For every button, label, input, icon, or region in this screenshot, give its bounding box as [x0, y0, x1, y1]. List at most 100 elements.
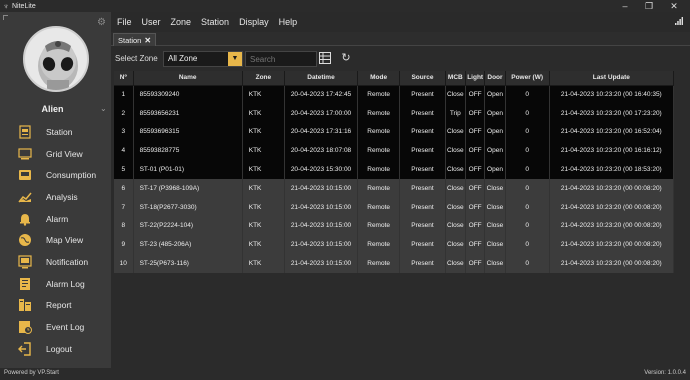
menu-bar: File User Zone Station Display Help [111, 12, 690, 32]
column-header[interactable]: Last Update [549, 71, 675, 86]
column-header[interactable]: MCB [445, 71, 466, 86]
cell: 0 [505, 216, 550, 236]
table-row[interactable]: 8 ST-22(P2224-104) KTK 21-04-2023 10:15:… [114, 216, 675, 236]
column-header[interactable]: Source [399, 71, 446, 86]
table-row[interactable]: 7 ST-18(P2677-3030) KTK 21-04-2023 10:15… [114, 197, 675, 217]
export-excel-icon[interactable] [319, 52, 331, 64]
cell: Open [484, 160, 506, 179]
map-icon [17, 232, 33, 248]
sidebar-item-map-view[interactable]: Map View [0, 230, 111, 252]
cell: Present [399, 103, 446, 123]
cell: 85593309240 [133, 85, 243, 104]
cell: 85593828775 [133, 141, 243, 161]
cell: Close [484, 197, 506, 217]
sidebar-item-consumption[interactable]: Consumption [0, 164, 111, 186]
sidebar-item-event-log[interactable]: Event Log [0, 316, 111, 338]
cell: 0 [505, 122, 550, 142]
cell: Close [484, 235, 506, 255]
sidebar-item-label: Alarm Log [46, 278, 85, 289]
table-row[interactable]: 4 85593828775 KTK 20-04-2023 18:07:08 Re… [114, 141, 675, 161]
cell: KTK [242, 85, 285, 104]
table-row[interactable]: 3 85593696315 KTK 20-04-2023 17:31:16 Re… [114, 122, 675, 142]
menu-user[interactable]: User [137, 17, 166, 27]
logout-icon [17, 341, 33, 357]
sidebar-item-alarm-log[interactable]: Alarm Log [0, 273, 111, 295]
cell: 4 [114, 141, 134, 161]
cell: 1 [114, 85, 134, 104]
cell: Remote [357, 141, 401, 161]
maximize-button[interactable]: ❐ [638, 0, 660, 12]
cell: Close [445, 216, 466, 236]
cell: OFF [465, 254, 486, 273]
column-header[interactable]: Datetime [284, 71, 359, 86]
column-header[interactable]: Door [484, 71, 506, 86]
column-header[interactable]: Mode [357, 71, 401, 86]
cell: 7 [114, 197, 134, 217]
table-row[interactable]: 5 ST-01 (P01-01) KTK 20-04-2023 15:30:00… [114, 160, 675, 179]
column-header[interactable]: Zone [242, 71, 285, 86]
menu-file[interactable]: File [112, 17, 137, 27]
close-icon[interactable]: ✕ [144, 36, 151, 45]
column-header[interactable]: Power (W) [505, 71, 550, 86]
analysis-icon [17, 189, 33, 205]
column-header[interactable]: Light [465, 71, 486, 86]
table-row[interactable]: 2 85593656231 KTK 20-04-2023 17:00:00 Re… [114, 103, 675, 123]
user-name: Alien [41, 104, 64, 114]
menu-station[interactable]: Station [196, 17, 234, 27]
cell: 10 [114, 254, 134, 273]
zone-select[interactable]: All Zone ▼ [163, 51, 243, 67]
sidebar-item-alarm[interactable]: Alarm [0, 208, 111, 230]
column-header[interactable]: Nº [114, 71, 134, 86]
tab-station[interactable]: Station ✕ [113, 33, 157, 46]
status-bar: Powered by VP.Start Version: 1.0.0.4 [0, 368, 690, 380]
cell: KTK [242, 197, 285, 217]
dropdown-arrow-icon[interactable]: ▼ [228, 52, 242, 66]
close-button[interactable]: ✕ [663, 0, 685, 12]
refresh-icon[interactable]: ↻ [339, 51, 353, 65]
sidebar-item-label: Consumption [46, 170, 97, 181]
column-header[interactable]: Name [133, 71, 243, 86]
search-input[interactable] [245, 51, 317, 67]
cell: 21-04-2023 10:15:00 [284, 178, 359, 198]
station-table: Nº Name Zone Datetime Mode Source MCB Li… [114, 71, 675, 273]
sidebar-item-station[interactable]: Station [0, 121, 111, 143]
table-row[interactable]: 1 85593309240 KTK 20-04-2023 17:42:45 Re… [114, 85, 675, 104]
cell: KTK [242, 216, 285, 236]
cell: Close [445, 254, 466, 273]
table-row[interactable]: 6 ST-17 (P3968-109A) KTK 21-04-2023 10:1… [114, 178, 675, 198]
gear-icon[interactable]: ⚙ [97, 17, 106, 28]
sidebar-item-report[interactable]: Report [0, 295, 111, 317]
menu-zone[interactable]: Zone [166, 17, 197, 27]
cell: Open [484, 85, 506, 104]
cell: Open [484, 103, 506, 123]
sidebar-item-logout[interactable]: Logout [0, 338, 111, 360]
cell: 20-04-2023 15:30:00 [284, 160, 359, 179]
cell: 0 [505, 85, 550, 104]
cell: Remote [357, 85, 401, 104]
menu-display[interactable]: Display [234, 17, 274, 27]
cell: ST-23 (485-206A) [133, 235, 243, 255]
cell: 21-04-2023 10:23:20 (00 16:52:04) [549, 122, 675, 142]
table-row[interactable]: 10 ST-25(P673-116) KTK 21-04-2023 10:15:… [114, 254, 675, 273]
minimize-button[interactable]: – [614, 0, 636, 12]
sidebar-item-analysis[interactable]: Analysis [0, 186, 111, 208]
chevron-down-icon[interactable]: ⌄ [100, 104, 107, 113]
sidebar-item-notification[interactable]: Notification [0, 251, 111, 273]
powered-by-text: Powered by VP.Start [4, 370, 59, 376]
menu-help[interactable]: Help [274, 17, 303, 27]
sidebar-item-label: Analysis [46, 191, 78, 202]
cell: 21-04-2023 10:23:20 (00 17:23:20) [549, 103, 675, 123]
cell: 21-04-2023 10:23:20 (00 18:53:20) [549, 160, 675, 179]
cell: 6 [114, 178, 134, 198]
table-row[interactable]: 9 ST-23 (485-206A) KTK 21-04-2023 10:15:… [114, 235, 675, 255]
sidebar-item-grid-view[interactable]: Grid View [0, 143, 111, 165]
title-bar: ♆ NiteLite [0, 0, 690, 12]
sidebar-item-label: Map View [46, 235, 84, 246]
cell: Present [399, 254, 446, 273]
lamp-icon: ♆ [3, 1, 9, 11]
cell: 3 [114, 122, 134, 142]
avatar[interactable] [23, 26, 89, 92]
cell: KTK [242, 235, 285, 255]
version-text: Version: 1.0.0.4 [644, 370, 686, 376]
cell: 21-04-2023 10:23:20 (00 00:08:20) [549, 254, 675, 273]
